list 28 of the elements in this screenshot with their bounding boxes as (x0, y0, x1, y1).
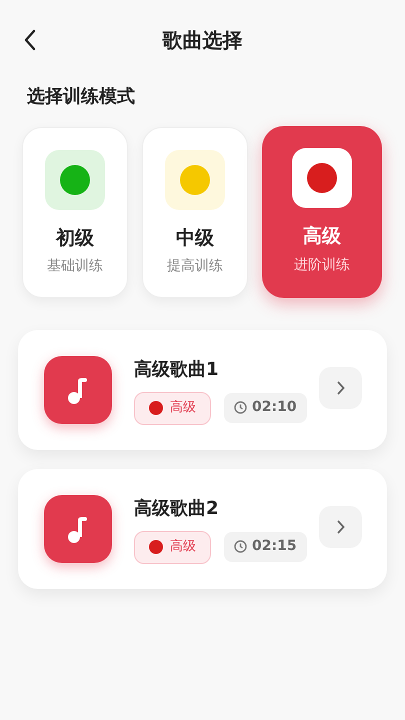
level-label: 高级 (170, 538, 196, 556)
duration-text: 02:10 (252, 398, 297, 417)
music-note-icon (44, 495, 112, 563)
song-title: 高级歌曲2 (134, 496, 219, 520)
chevron-button[interactable] (319, 506, 362, 548)
chevron-right-icon (336, 520, 344, 534)
duration-text: 02:15 (252, 537, 297, 556)
song-card[interactable]: 高级歌曲2 高级 02:15 (18, 469, 387, 589)
clock-icon (234, 401, 247, 414)
song-card[interactable]: 高级歌曲1 高级 02:10 (18, 330, 387, 450)
mode-title: 初级 (56, 226, 94, 250)
chevron-right-icon (336, 381, 344, 395)
mode-subtitle: 进阶训练 (294, 256, 350, 274)
mode-title: 中级 (176, 226, 214, 250)
mode-subtitle: 基础训练 (47, 257, 103, 276)
song-title: 高级歌曲1 (134, 358, 219, 382)
mode-subtitle: 提高训练 (167, 257, 223, 276)
page-title: 歌曲选择 (162, 27, 242, 54)
back-icon (23, 29, 37, 51)
level-label: 高级 (170, 399, 196, 418)
mode-card[interactable]: 初级 基础训练 (22, 126, 128, 298)
mode-card[interactable]: 中级 提高训练 (142, 126, 248, 298)
music-note-icon (44, 356, 112, 424)
mode-title: 高级 (303, 224, 341, 249)
clock-icon (234, 540, 247, 553)
mode-card[interactable]: 高级 进阶训练 (262, 126, 382, 298)
chevron-button[interactable] (319, 367, 362, 409)
section-title: 选择训练模式 (27, 85, 135, 109)
